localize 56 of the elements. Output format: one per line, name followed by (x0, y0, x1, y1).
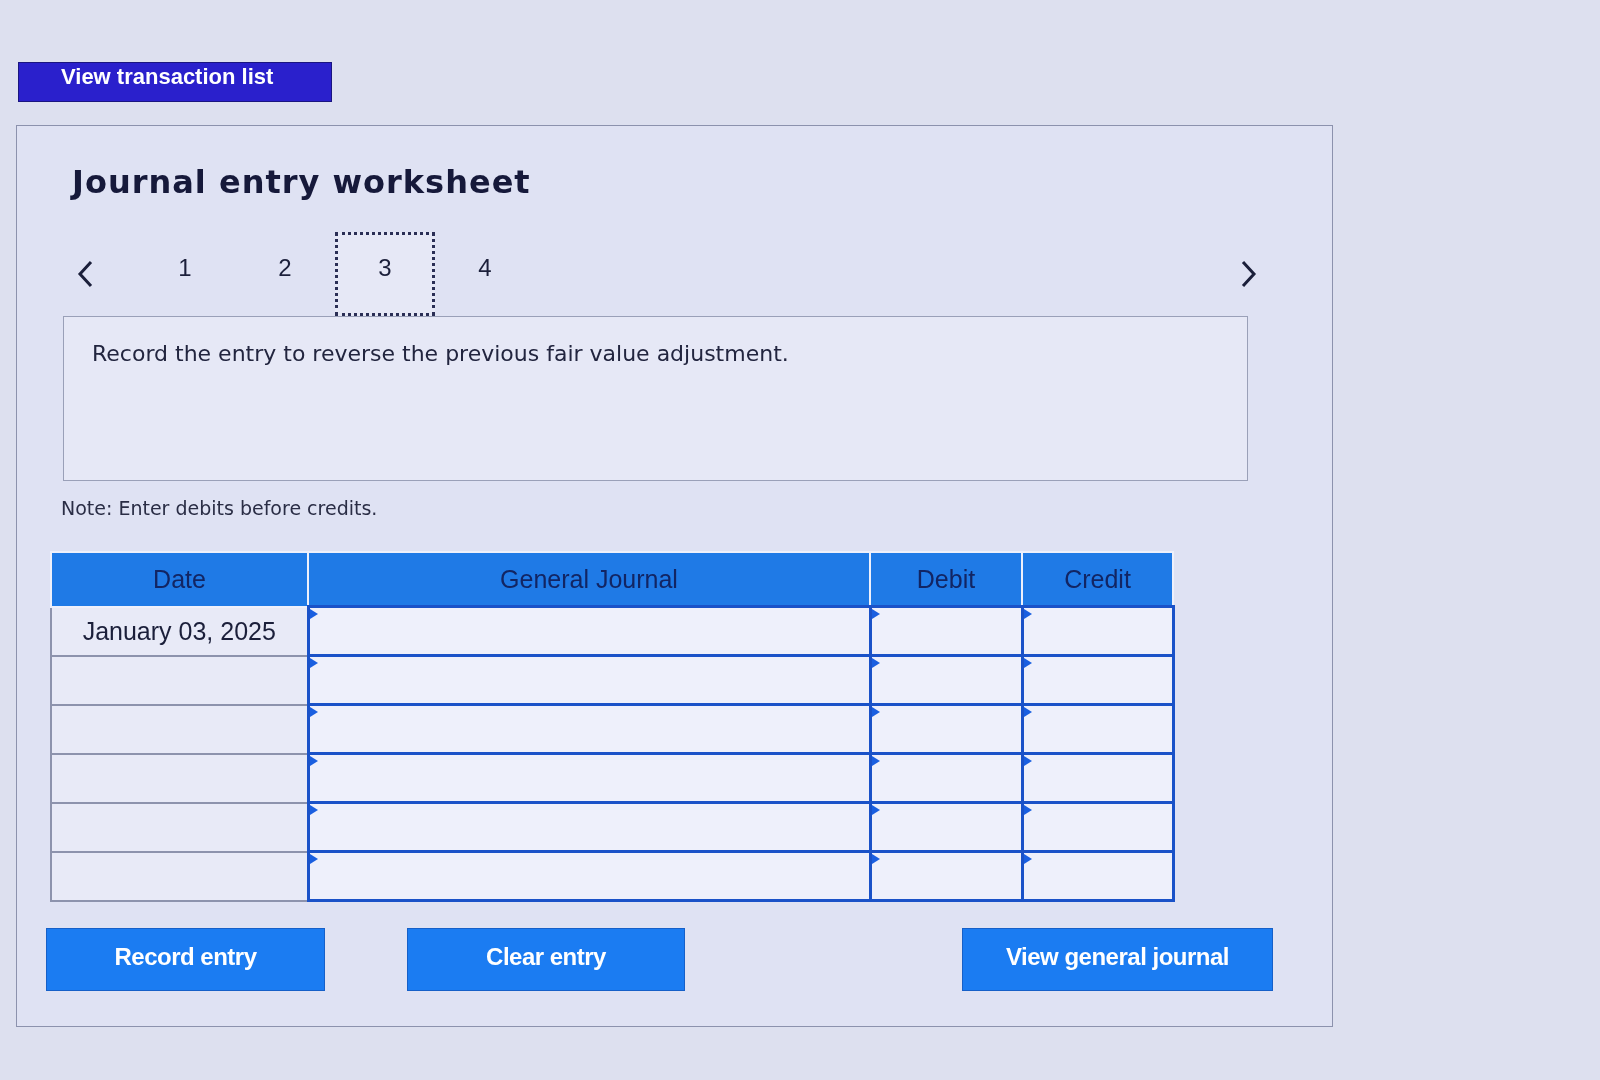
column-header: Debit (870, 552, 1022, 607)
account-field[interactable] (308, 655, 870, 705)
triangle-marker-icon (871, 854, 880, 864)
debit-field[interactable] (870, 753, 1022, 803)
debit-field[interactable] (870, 704, 1022, 754)
column-header: Date (51, 552, 308, 607)
triangle-marker-icon (871, 658, 880, 668)
triangle-marker-icon (309, 609, 318, 619)
worksheet-title: Journal entry worksheet (72, 162, 532, 202)
triangle-marker-icon (1023, 609, 1032, 619)
action-button[interactable]: Clear entry (407, 928, 685, 991)
next-button[interactable] (1241, 260, 1257, 288)
column-header: General Journal (308, 552, 870, 607)
step-tab[interactable]: 1 (135, 232, 235, 316)
triangle-marker-icon (309, 658, 318, 668)
credit-field[interactable] (1022, 802, 1173, 852)
triangle-marker-icon (309, 707, 318, 717)
triangle-marker-icon (871, 805, 880, 815)
column-header: Credit (1022, 552, 1173, 607)
account-field[interactable] (308, 802, 870, 852)
instruction-text: Record the entry to reverse the previous fair value adjustment. (92, 340, 790, 368)
debit-field[interactable] (870, 655, 1022, 705)
debit-field[interactable] (870, 606, 1022, 656)
date-text: January 03, 2025 (82, 616, 276, 645)
action-button[interactable]: Record entry (46, 928, 325, 991)
triangle-marker-icon (871, 756, 880, 766)
triangle-marker-icon (1023, 805, 1032, 815)
account-field[interactable] (308, 704, 870, 754)
chevron-right-icon (1241, 260, 1257, 288)
triangle-marker-icon (871, 609, 880, 619)
triangle-marker-icon (1023, 707, 1032, 717)
triangle-marker-icon (309, 756, 318, 766)
credit-field[interactable] (1022, 655, 1173, 705)
credit-field[interactable] (1022, 851, 1173, 901)
triangle-marker-icon (1023, 658, 1032, 668)
account-field[interactable] (308, 606, 870, 656)
action-button[interactable]: View general journal (962, 928, 1273, 991)
credit-field[interactable] (1022, 753, 1173, 803)
debit-field[interactable] (870, 802, 1022, 852)
previous-button[interactable] (77, 260, 93, 288)
triangle-marker-icon (309, 805, 318, 815)
triangle-marker-icon (1023, 756, 1032, 766)
step-tab[interactable]: 2 (235, 232, 335, 316)
credit-field[interactable] (1022, 606, 1173, 656)
account-field[interactable] (308, 851, 870, 901)
chevron-left-icon (77, 260, 93, 288)
step-tab[interactable]: 4 (435, 232, 535, 316)
view-transaction-list-button[interactable]: View transaction list (18, 62, 332, 102)
account-field[interactable] (308, 753, 870, 803)
triangle-marker-icon (1023, 854, 1032, 864)
step-tab[interactable]: 3 (335, 232, 435, 316)
triangle-marker-icon (309, 854, 318, 864)
credit-field[interactable] (1022, 704, 1173, 754)
debit-field[interactable] (870, 851, 1022, 901)
note-text: Note: Enter debits before credits. (61, 496, 379, 521)
triangle-marker-icon (871, 707, 880, 717)
